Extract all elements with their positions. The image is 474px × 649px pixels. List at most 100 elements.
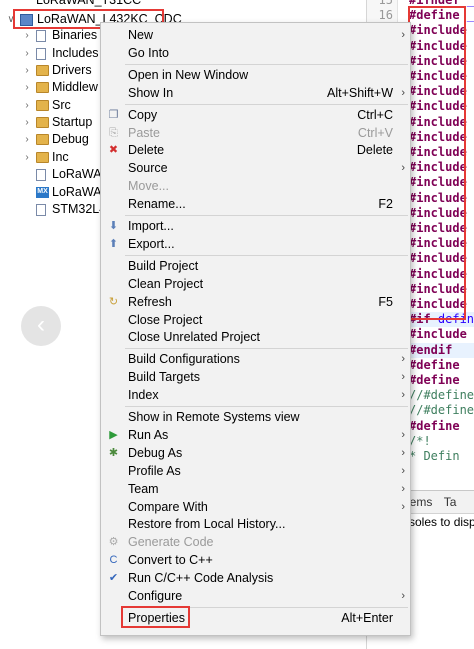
tree-item[interactable]: › Startup xyxy=(0,114,100,131)
menu-import[interactable]: ⬇ Import... xyxy=(101,218,410,235)
chevron-right-icon[interactable]: › xyxy=(22,131,32,148)
menu-export[interactable]: ⬆ Export... xyxy=(101,236,410,253)
menu-generate-code[interactable]: ⚙ Generate Code xyxy=(101,534,410,551)
tree-item[interactable]: › Debug xyxy=(0,131,100,148)
menu-team[interactable]: Team › xyxy=(101,481,410,498)
menu-refresh[interactable]: ↻ Refresh F5 xyxy=(101,294,410,311)
menu-code-analysis[interactable]: ✔ Run C/C++ Code Analysis xyxy=(101,570,410,587)
menu-show-remote-systems[interactable]: Show in Remote Systems view xyxy=(101,409,410,426)
menu-item-label: Close Project xyxy=(128,312,203,327)
code-directive: #include xyxy=(409,327,467,342)
chevron-right-icon: › xyxy=(401,162,405,175)
menu-move[interactable]: Move... xyxy=(101,178,410,195)
code-line: #define xyxy=(409,358,460,373)
menu-restore-history[interactable]: Restore from Local History... xyxy=(101,516,410,533)
menu-close-project[interactable]: Close Project xyxy=(101,312,410,329)
chevron-right-icon[interactable]: › xyxy=(22,97,32,114)
chevron-right-icon[interactable]: › xyxy=(22,149,32,166)
menu-item-label: Import... xyxy=(128,219,174,233)
tree-item-label: LoRaWAN_T31CC xyxy=(36,0,142,7)
chevron-right-icon[interactable]: › xyxy=(22,114,32,131)
menu-build-configurations[interactable]: Build Configurations › xyxy=(101,351,410,368)
chevron-right-icon: › xyxy=(401,86,405,99)
menu-item-label: New xyxy=(128,28,154,42)
menu-copy[interactable]: ❐ Copy Ctrl+C xyxy=(101,107,410,124)
file-icon xyxy=(36,204,46,216)
include-highlight-box xyxy=(408,6,466,320)
menu-item-label: Run C/C++ Code Analysis xyxy=(128,571,274,586)
menu-item-label: Compare With xyxy=(128,499,208,514)
menu-item-label: Restore from Local History... xyxy=(128,517,286,532)
chevron-right-icon: › xyxy=(401,590,405,602)
chevron-right-icon[interactable]: › xyxy=(22,45,32,62)
menu-go-into[interactable]: Go Into xyxy=(101,45,410,62)
code-line: #define xyxy=(409,373,460,388)
menu-item-label: Clean Project xyxy=(128,276,204,291)
menu-delete[interactable]: ✖ Delete Delete xyxy=(101,142,410,159)
menu-item-label: Build Project xyxy=(128,258,199,273)
menu-source[interactable]: Source › xyxy=(101,160,410,177)
menu-item-label: Profile As xyxy=(128,463,181,478)
menu-item-shortcut: Alt+Enter xyxy=(341,610,393,625)
menu-show-in[interactable]: Show In Alt+Shift+W › xyxy=(101,85,410,102)
chevron-right-icon[interactable]: › xyxy=(22,62,32,79)
code-text: " xyxy=(467,84,474,98)
scroll-left-button[interactable]: ‹ xyxy=(21,306,61,346)
tab-tasks[interactable]: Ta xyxy=(444,495,457,509)
tree-item[interactable]: › Middlew xyxy=(0,79,100,96)
paste-icon: ⎘ xyxy=(109,126,118,139)
tree-item[interactable]: LoRaWAI xyxy=(0,166,105,183)
debug-icon: ✱ xyxy=(108,446,119,459)
menu-item-label: Show in Remote Systems view xyxy=(128,410,300,424)
tree-item[interactable]: STM32L4 xyxy=(0,201,106,218)
menu-configure[interactable]: Configure › xyxy=(101,588,410,605)
code-text: " xyxy=(467,206,474,220)
menu-run-as[interactable]: ▶ Run As › xyxy=(101,427,410,444)
menu-profile-as[interactable]: Profile As › xyxy=(101,463,410,480)
chevron-right-icon: › xyxy=(401,500,405,513)
menu-compare-with[interactable]: Compare With › xyxy=(101,499,410,516)
tree-item-partial[interactable]: LoRaWAN_T31CC xyxy=(36,0,141,9)
console-message: soles to disp xyxy=(409,515,474,529)
menu-rename[interactable]: Rename... F2 xyxy=(101,196,410,213)
code-text: " xyxy=(467,236,474,250)
menu-item-shortcut: Ctrl+V xyxy=(357,125,393,140)
menu-build-project[interactable]: Build Project xyxy=(101,258,410,275)
generate-code-icon: ⚙ xyxy=(108,536,119,549)
code-line: #include " xyxy=(409,327,474,342)
menu-new[interactable]: New › xyxy=(101,27,410,44)
menu-close-unrelated-project[interactable]: Close Unrelated Project xyxy=(101,329,410,346)
tree-item[interactable]: › Inc xyxy=(0,149,100,166)
code-text: " xyxy=(467,327,474,341)
code-directive: #define xyxy=(409,373,460,387)
code-comment: * Defin xyxy=(409,449,460,463)
chevron-right-icon[interactable]: › xyxy=(22,27,32,44)
chevron-right-icon: › xyxy=(401,353,405,366)
menu-item-label: Rename... xyxy=(128,197,186,212)
menu-debug-as[interactable]: ✱ Debug As › xyxy=(101,445,410,462)
chevron-right-icon[interactable]: › xyxy=(22,79,32,96)
copy-icon: ❐ xyxy=(108,108,119,121)
menu-item-label: Refresh xyxy=(128,294,172,309)
menu-clean-project[interactable]: Clean Project xyxy=(101,276,410,293)
tree-item-label: LoRaWAI xyxy=(52,167,106,181)
menu-paste[interactable]: ⎘ Paste Ctrl+V xyxy=(101,125,410,142)
menu-open-new-window[interactable]: Open in New Window xyxy=(101,67,410,84)
menu-separator xyxy=(125,348,408,350)
tree-item[interactable]: › Binaries xyxy=(0,27,100,44)
code-line: //#define xyxy=(409,388,474,403)
menu-item-label: Close Unrelated Project xyxy=(128,330,261,345)
folder-icon xyxy=(36,134,49,145)
code-line: * Defin xyxy=(409,449,460,464)
tree-item-label: Startup xyxy=(52,115,93,129)
tree-item[interactable]: › Includes xyxy=(0,45,100,62)
tree-item[interactable]: › Drivers xyxy=(0,62,100,79)
tree-item[interactable]: MX LoRaWAI xyxy=(0,184,105,201)
code-comment: //#define xyxy=(409,403,474,418)
code-text: < xyxy=(467,39,474,53)
chevron-right-icon: › xyxy=(401,428,405,441)
menu-build-targets[interactable]: Build Targets › xyxy=(101,369,410,386)
tree-item[interactable]: › Src xyxy=(0,97,100,114)
menu-index[interactable]: Index › xyxy=(101,387,410,404)
menu-convert-cpp[interactable]: C Convert to C++ xyxy=(101,552,410,569)
